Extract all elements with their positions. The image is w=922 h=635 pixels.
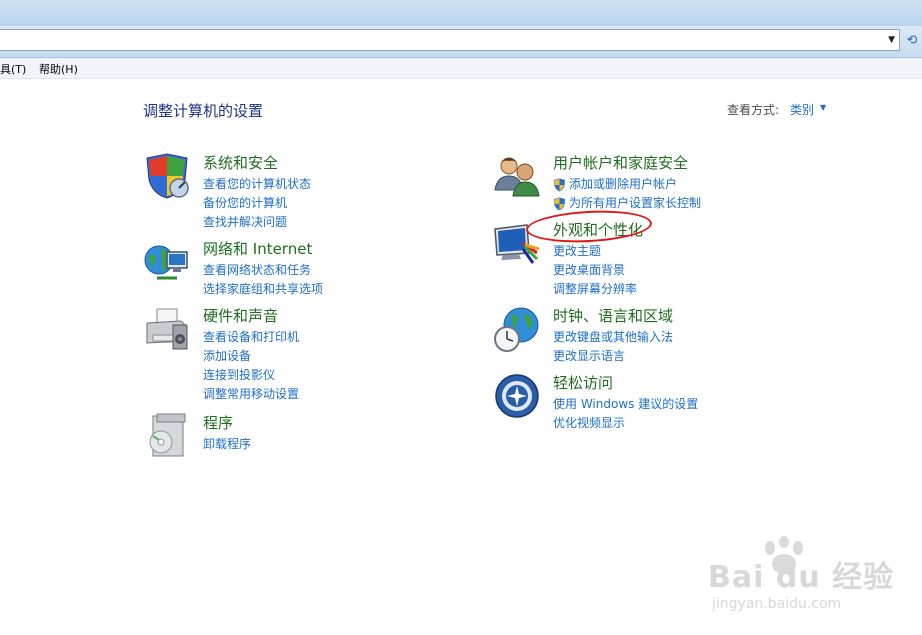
ease-of-access-icon: [495, 374, 539, 418]
watermark-url: jingyan.baidu.com: [712, 596, 842, 612]
category-title[interactable]: 系统和安全: [203, 152, 278, 173]
shield-icon: [146, 153, 189, 199]
link-label: 为所有用户设置家长控制: [569, 196, 702, 210]
link-adjust-resolution[interactable]: 调整屏幕分辨率: [553, 280, 637, 299]
users-icon: [494, 157, 540, 197]
link-label: 添加或删除用户帐户: [569, 177, 678, 191]
link-change-theme[interactable]: 更改主题: [553, 242, 637, 261]
watermark-brand: Bai du 经验: [708, 560, 895, 595]
window-title-bar: [0, 0, 922, 26]
uac-shield-icon: [554, 178, 565, 192]
link-add-remove-accounts[interactable]: 添加或删除用户帐户: [553, 175, 701, 194]
view-by-dropdown[interactable]: 类别: [790, 101, 814, 118]
link-connect-projector[interactable]: 连接到投影仪: [203, 366, 299, 385]
category-title[interactable]: 时钟、语言和区域: [553, 305, 673, 326]
link-mobility-settings[interactable]: 调整常用移动设置: [203, 385, 299, 404]
link-add-device[interactable]: 添加设备: [203, 347, 299, 366]
menu-tools[interactable]: 具(T): [0, 61, 26, 77]
category-title[interactable]: 硬件和声音: [203, 305, 278, 326]
link-uninstall-program[interactable]: 卸载程序: [203, 435, 251, 454]
printer-icon: [146, 308, 188, 350]
category-title[interactable]: 程序: [203, 412, 233, 433]
link-change-display-language[interactable]: 更改显示语言: [553, 347, 673, 366]
link-parental-controls[interactable]: 为所有用户设置家长控制: [553, 194, 701, 213]
category-title[interactable]: 网络和 Internet: [203, 238, 312, 259]
uac-shield-icon: [554, 197, 565, 211]
chevron-down-icon[interactable]: ▼: [820, 103, 826, 112]
address-bar: ▼ ⟲: [0, 26, 922, 58]
category-title[interactable]: 用户帐户和家庭安全: [553, 152, 688, 173]
page-title: 调整计算机的设置: [143, 102, 264, 120]
refresh-icon[interactable]: ⟲: [902, 30, 922, 52]
link-windows-recommended-settings[interactable]: 使用 Windows 建议的设置: [553, 395, 698, 414]
programs-icon: [149, 413, 186, 457]
clock-globe-icon: [494, 307, 539, 352]
link-devices-printers[interactable]: 查看设备和打印机: [203, 328, 299, 347]
menu-help[interactable]: 帮助(H): [39, 61, 78, 77]
link-backup-computer[interactable]: 备份您的计算机: [203, 194, 311, 213]
menu-bar: 具(T) 帮助(H): [0, 58, 922, 79]
link-homegroup-sharing[interactable]: 选择家庭组和共享选项: [203, 280, 323, 299]
link-view-computer-status[interactable]: 查看您的计算机状态: [203, 175, 311, 194]
link-change-keyboard[interactable]: 更改键盘或其他输入法: [553, 328, 673, 347]
link-network-status[interactable]: 查看网络状态和任务: [203, 261, 323, 280]
link-change-desktop-background[interactable]: 更改桌面背景: [553, 261, 637, 280]
network-globe-icon: [144, 245, 188, 280]
view-by-label: 查看方式:: [727, 103, 780, 117]
category-title[interactable]: 轻松访问: [553, 372, 613, 393]
link-optimize-video-display[interactable]: 优化视频显示: [553, 414, 698, 433]
link-troubleshoot[interactable]: 查找并解决问题: [203, 213, 311, 232]
address-input[interactable]: ▼: [0, 29, 900, 51]
address-dropdown-icon[interactable]: ▼: [888, 35, 895, 45]
